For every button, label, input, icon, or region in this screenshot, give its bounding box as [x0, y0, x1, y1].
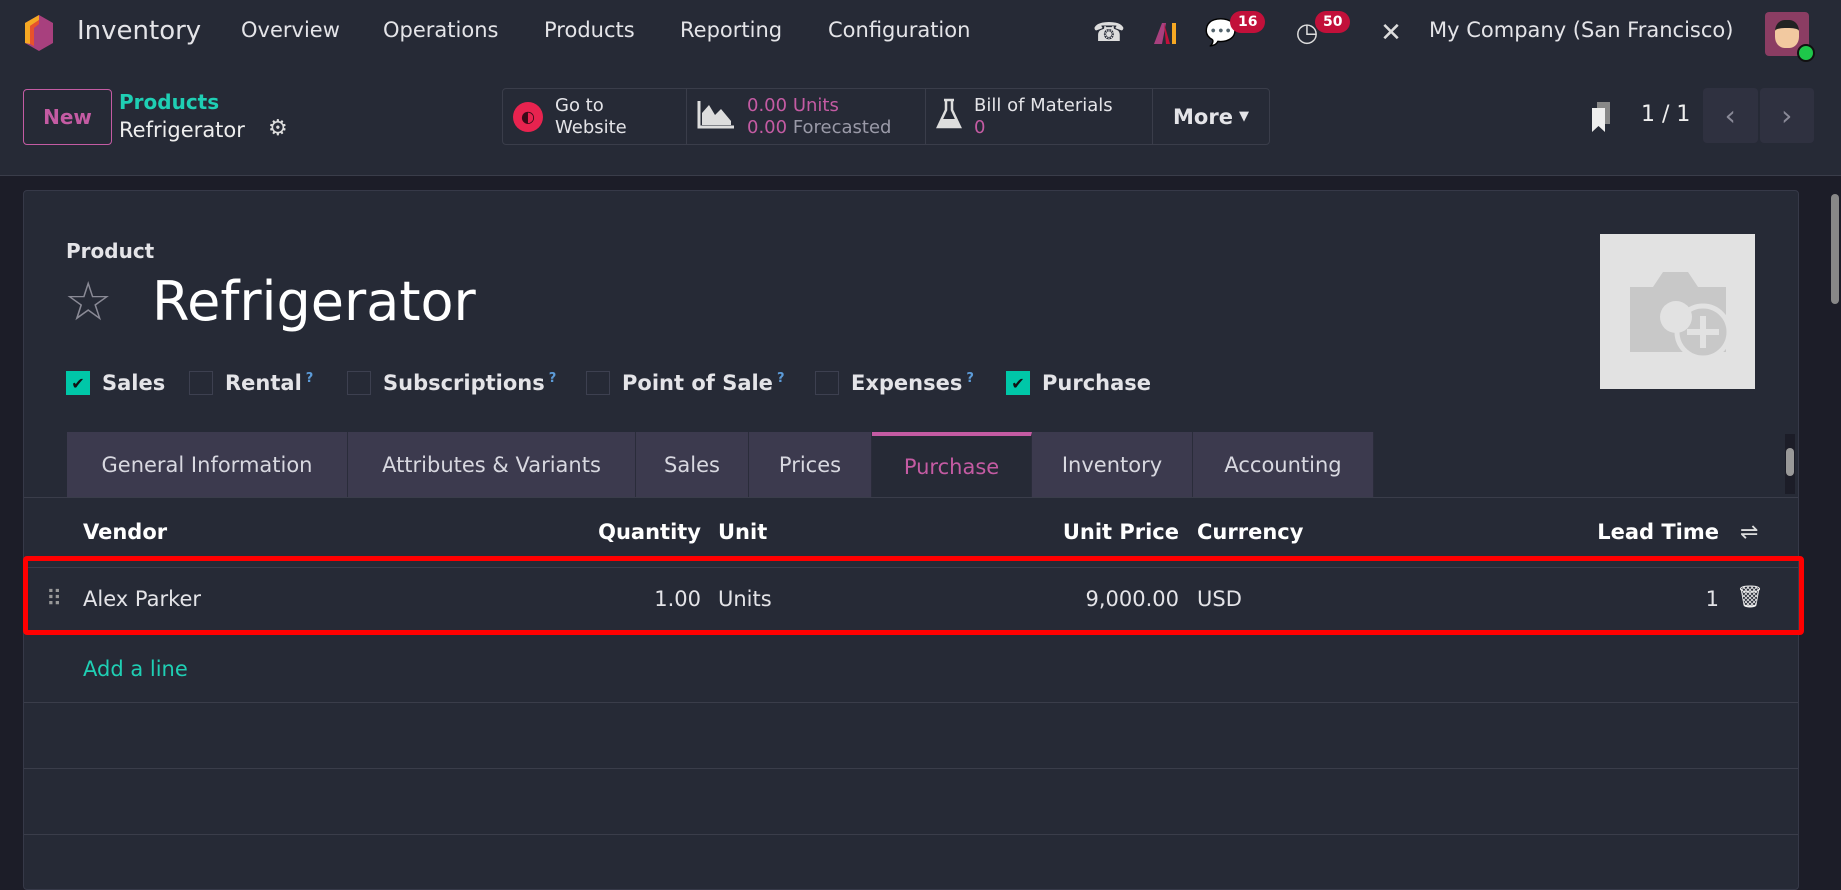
top-navbar: Inventory Overview Operations Products R… [0, 0, 1841, 66]
row-divider [24, 834, 1798, 835]
option-point-of-sale[interactable]: Point of Sale? [586, 371, 784, 395]
tab-general-information[interactable]: General Information [67, 432, 348, 497]
checkbox-unchecked[interactable] [189, 371, 213, 395]
option-sales[interactable]: ✔ Sales [66, 371, 165, 395]
page-scrollbar-thumb[interactable] [1831, 194, 1839, 304]
avatar-face-icon [1775, 20, 1799, 48]
favorite-star-icon[interactable]: ☆ [64, 272, 112, 332]
product-image-placeholder[interactable] [1600, 234, 1755, 389]
pager-previous-button[interactable]: ‹ [1703, 88, 1758, 143]
option-label: Expenses [851, 371, 963, 395]
camera-add-icon [1629, 271, 1731, 360]
row-divider [24, 768, 1798, 769]
app-name[interactable]: Inventory [77, 16, 201, 46]
company-switcher[interactable]: My Company (San Francisco) [1429, 18, 1733, 42]
forecast-button[interactable]: 0.00 Units 0.00 Forecasted [687, 89, 926, 144]
pager-buttons: ‹ › [1703, 88, 1814, 143]
bill-of-materials-button[interactable]: Bill of Materials 0 [926, 89, 1153, 144]
units-value: 0.00 [747, 94, 788, 116]
help-icon[interactable]: ? [549, 371, 557, 386]
tools-icon[interactable]: ✕ [1374, 16, 1408, 50]
col-quantity[interactable]: Quantity [598, 520, 701, 544]
website-line1: Go to [555, 94, 604, 116]
option-expenses[interactable]: Expenses? [815, 371, 974, 395]
caret-down-icon: ▼ [1238, 108, 1249, 124]
option-label: Purchase [1042, 371, 1152, 395]
ai-icon[interactable] [1150, 16, 1180, 50]
bookmark-icon[interactable] [1590, 100, 1612, 132]
notebook-tabs: General Information Attributes & Variant… [67, 432, 1374, 497]
menu-reporting[interactable]: Reporting [680, 18, 782, 42]
bom-value: 0 [974, 116, 986, 138]
option-purchase[interactable]: ✔ Purchase [1006, 371, 1151, 395]
add-line-link[interactable]: Add a line [83, 657, 188, 681]
col-unit[interactable]: Unit [718, 520, 767, 544]
phone-icon[interactable]: ☎ [1092, 16, 1126, 50]
pager-value[interactable]: 1 / 1 [1641, 102, 1690, 127]
checkbox-unchecked[interactable] [347, 371, 371, 395]
forecast-label: Forecasted [792, 116, 892, 138]
smart-buttons: ◐ Go to Website 0.00 Units 0.00 Forecaste… [502, 88, 1270, 145]
bom-label: Bill of Materials [974, 94, 1113, 116]
help-icon[interactable]: ? [306, 371, 314, 386]
flask-icon [936, 98, 962, 136]
product-name[interactable]: Refrigerator [152, 272, 476, 332]
optional-columns-icon[interactable]: ⇌ [1740, 520, 1758, 545]
menu-overview[interactable]: Overview [241, 18, 340, 42]
online-status-icon [1797, 44, 1815, 62]
col-vendor[interactable]: Vendor [83, 520, 167, 544]
option-label: Rental [225, 371, 302, 395]
tabs-scrollbar[interactable] [1785, 434, 1795, 494]
website-line2: Website [555, 116, 627, 138]
user-avatar[interactable] [1765, 12, 1815, 62]
gear-icon[interactable]: ⚙ [268, 116, 288, 141]
pager-next-button[interactable]: › [1759, 88, 1814, 143]
option-rental[interactable]: Rental? [189, 371, 313, 395]
tab-attributes-variants[interactable]: Attributes & Variants [348, 432, 636, 497]
more-label: More [1173, 104, 1233, 129]
col-currency[interactable]: Currency [1197, 520, 1303, 544]
menu-operations[interactable]: Operations [383, 18, 498, 42]
scrollbar-thumb[interactable] [1786, 448, 1794, 476]
option-subscriptions[interactable]: Subscriptions? [347, 371, 556, 395]
globe-icon: ◐ [513, 101, 543, 132]
menu-configuration[interactable]: Configuration [828, 18, 970, 42]
checkbox-checked-icon[interactable]: ✔ [1006, 371, 1030, 395]
highlight-box [23, 556, 1804, 635]
option-label: Subscriptions [383, 371, 545, 395]
units-label: Units [792, 94, 839, 116]
tab-sales[interactable]: Sales [636, 432, 749, 497]
area-chart-icon [697, 99, 735, 135]
checkbox-checked-icon[interactable]: ✔ [66, 371, 90, 395]
breadcrumb-current: Refrigerator [119, 118, 245, 142]
option-label: Point of Sale [622, 371, 773, 395]
activities-badge: 50 [1315, 11, 1351, 33]
messages-badge: 16 [1230, 11, 1266, 33]
tab-prices[interactable]: Prices [749, 432, 872, 497]
product-type-label: Product [66, 239, 155, 263]
tab-inventory[interactable]: Inventory [1032, 432, 1193, 497]
inventory-app-logo-icon[interactable] [22, 14, 56, 52]
menu-products[interactable]: Products [544, 18, 635, 42]
more-dropdown[interactable]: More ▼ [1153, 89, 1269, 144]
option-label: Sales [102, 371, 166, 395]
help-icon[interactable]: ? [777, 371, 785, 386]
forecast-value: 0.00 [747, 116, 788, 138]
go-to-website-button[interactable]: ◐ Go to Website [503, 89, 687, 144]
divider [24, 497, 1798, 498]
breadcrumb-products[interactable]: Products [119, 90, 219, 114]
row-divider [24, 702, 1798, 703]
page-scrollbar[interactable] [1829, 180, 1841, 882]
tab-purchase[interactable]: Purchase [872, 432, 1032, 497]
checkbox-unchecked[interactable] [815, 371, 839, 395]
checkbox-unchecked[interactable] [586, 371, 610, 395]
new-button[interactable]: New [23, 89, 112, 145]
col-lead-time[interactable]: Lead Time [1597, 520, 1719, 544]
tab-accounting[interactable]: Accounting [1193, 432, 1374, 497]
help-icon[interactable]: ? [966, 371, 974, 386]
col-unit-price[interactable]: Unit Price [1063, 520, 1179, 544]
